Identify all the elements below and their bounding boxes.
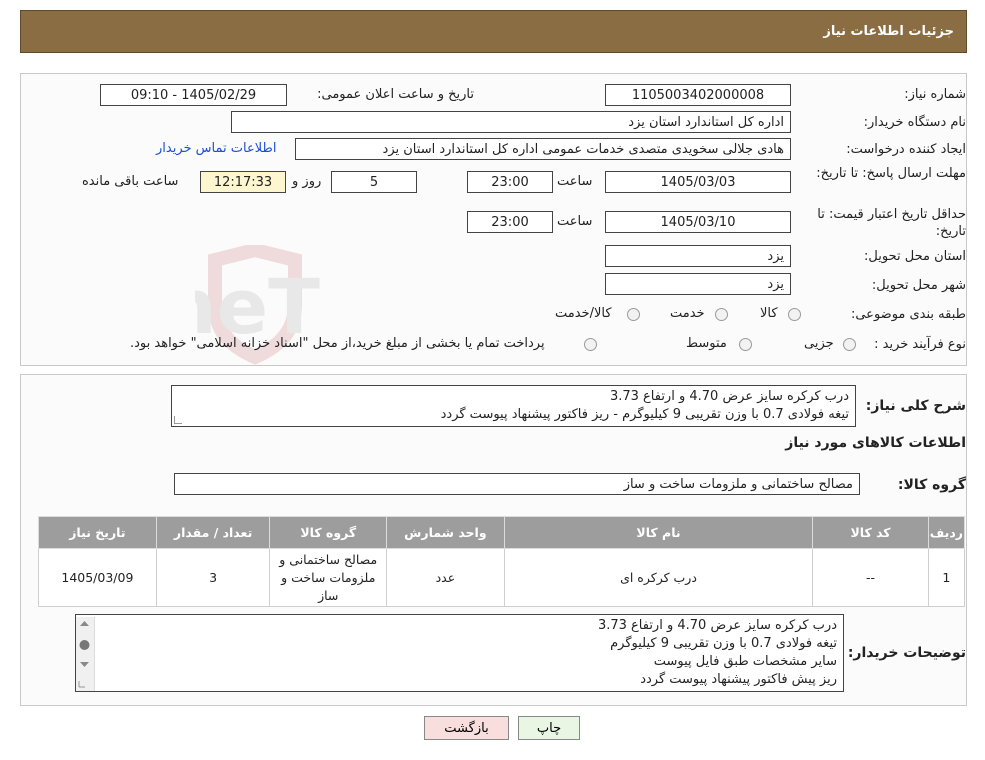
buyer-org-label: نام دستگاه خریدار:	[863, 115, 966, 130]
process-treasury-checkbox[interactable]	[584, 338, 597, 351]
process-minor-label: جزیی	[804, 336, 834, 351]
need-number-field: 1105003402000008	[605, 84, 791, 106]
col-qty-header: تعداد / مقدار	[155, 516, 271, 549]
buyer-notes-line-4: ریز پیش فاکتور پیشنهاد پیوست گردد	[640, 672, 837, 687]
summary-line-1: درب کرکره سایز عرض 4.70 و ارتفاع 3.73	[609, 389, 849, 404]
category-goods-radio[interactable]	[788, 308, 801, 321]
col-date-header: تاریخ نیاز	[38, 516, 157, 549]
print-button[interactable]: چاپ	[518, 716, 580, 740]
category-goods-label: کالا	[760, 306, 778, 321]
remaining-time-field: 12:17:33	[200, 171, 286, 193]
validity-time-label: ساعت	[557, 214, 593, 229]
buyer-notes-textarea[interactable]: درب کرکره سایز عرض 4.70 و ارتفاع 3.73 تی…	[75, 614, 844, 692]
buyer-notes-label: توضیحات خریدار:	[847, 645, 966, 661]
resize-grip-icon[interactable]	[174, 416, 182, 424]
goods-table: ردیف کد کالا نام کالا واحد شمارش گروه کا…	[38, 516, 966, 607]
resize-corner-icon	[78, 681, 85, 688]
category-goods-service-label: کالا/خدمت	[555, 306, 612, 321]
creator-field: هادی جلالی سخویدی متصدی خدمات عمومی ادار…	[295, 138, 791, 160]
process-medium-radio[interactable]	[739, 338, 752, 351]
creator-label: ایجاد کننده درخواست:	[846, 142, 966, 157]
page-header: جزئیات اطلاعات نیاز	[20, 10, 967, 53]
province-field: یزد	[605, 245, 791, 267]
province-label: استان محل تحویل:	[864, 249, 966, 264]
goods-group-label: گروه کالا:	[897, 477, 966, 493]
page-title: جزئیات اطلاعات نیاز	[823, 24, 954, 39]
deadline-time-field: 23:00	[467, 171, 553, 193]
summary-label: شرح کلی نیاز:	[865, 398, 966, 414]
validity-label: حداقل تاریخ اعتبار قیمت: تا تاریخ:	[817, 207, 966, 239]
buyer-org-field: اداره کل استاندارد استان یزد	[231, 111, 791, 133]
deadline-date-field: 1405/03/03	[605, 171, 791, 193]
process-label: نوع فرآیند خرید :	[874, 337, 966, 352]
need-number-label: شماره نیاز:	[904, 87, 966, 102]
validity-date-field: 1405/03/10	[605, 211, 791, 233]
contact-buyer-link[interactable]: اطلاعات تماس خریدار	[156, 141, 276, 156]
process-minor-radio[interactable]	[843, 338, 856, 351]
summary-line-2: تیغه فولادی 0.7 با وزن تقریبی 9 کیلیوگرم…	[440, 407, 849, 422]
category-service-label: خدمت	[670, 306, 705, 321]
goods-info-title: اطلاعات کالاهای مورد نیاز	[785, 435, 966, 451]
days-field: 5	[331, 171, 417, 193]
col-name-header: نام کالا	[503, 516, 814, 549]
deadline-label: مهلت ارسال پاسخ: تا تاریخ:	[816, 166, 966, 181]
cell-row: 1	[927, 548, 966, 607]
days-label: روز و	[292, 174, 322, 189]
summary-textarea[interactable]: درب کرکره سایز عرض 4.70 و ارتفاع 3.73 تی…	[171, 385, 856, 427]
scroll-thumb-icon	[79, 640, 90, 650]
goods-group-field: مصالح ساختمانی و ملزومات ساخت و ساز	[174, 473, 860, 495]
remaining-label: ساعت باقی مانده	[82, 174, 179, 189]
back-button[interactable]: بازگشت	[424, 716, 509, 740]
buyer-notes-line-3: سایر مشخصات طبق فایل پیوست	[653, 654, 837, 669]
buyer-notes-scrollbar[interactable]	[76, 617, 95, 691]
col-group-header: گروه کالا	[269, 516, 388, 549]
col-row-header: ردیف	[927, 516, 966, 549]
process-note: پرداخت تمام یا بخشی از مبلغ خرید،از محل …	[130, 336, 545, 351]
col-code-header: کد کالا	[812, 516, 929, 549]
announce-label: تاریخ و ساعت اعلان عمومی:	[317, 87, 474, 102]
category-service-radio[interactable]	[715, 308, 728, 321]
validity-time-field: 23:00	[467, 211, 553, 233]
cell-code: --	[812, 548, 929, 607]
buyer-notes-line-1: درب کرکره سایز عرض 4.70 و ارتفاع 3.73	[597, 618, 837, 633]
cell-unit: عدد	[386, 548, 505, 607]
cell-qty: 3	[155, 548, 271, 607]
cell-date: 1405/03/09	[38, 548, 157, 607]
category-label: طبقه بندی موضوعی:	[850, 307, 966, 322]
cell-group: مصالح ساختمانی و ملزومات ساخت و ساز	[269, 548, 388, 607]
col-unit-header: واحد شمارش	[386, 516, 505, 549]
buyer-notes-line-2: تیغه فولادی 0.7 با وزن تقریبی 9 کیلیوگرم	[610, 636, 837, 651]
announce-datetime-field: 1405/02/29 - 09:10	[100, 84, 287, 106]
scroll-up-icon	[80, 621, 89, 626]
scroll-down-icon	[80, 662, 89, 667]
city-label: شهر محل تحویل:	[871, 278, 966, 293]
table-header-row: ردیف کد کالا نام کالا واحد شمارش گروه کا…	[38, 516, 966, 549]
category-goods-service-radio[interactable]	[627, 308, 640, 321]
cell-name: درب کرکره ای	[503, 548, 814, 607]
deadline-time-label: ساعت	[557, 174, 593, 189]
table-row[interactable]: 1 -- درب کرکره ای عدد مصالح ساختمانی و م…	[38, 548, 966, 607]
process-medium-label: متوسط	[686, 336, 727, 351]
city-field: یزد	[605, 273, 791, 295]
scrollbar-icons	[78, 621, 90, 688]
